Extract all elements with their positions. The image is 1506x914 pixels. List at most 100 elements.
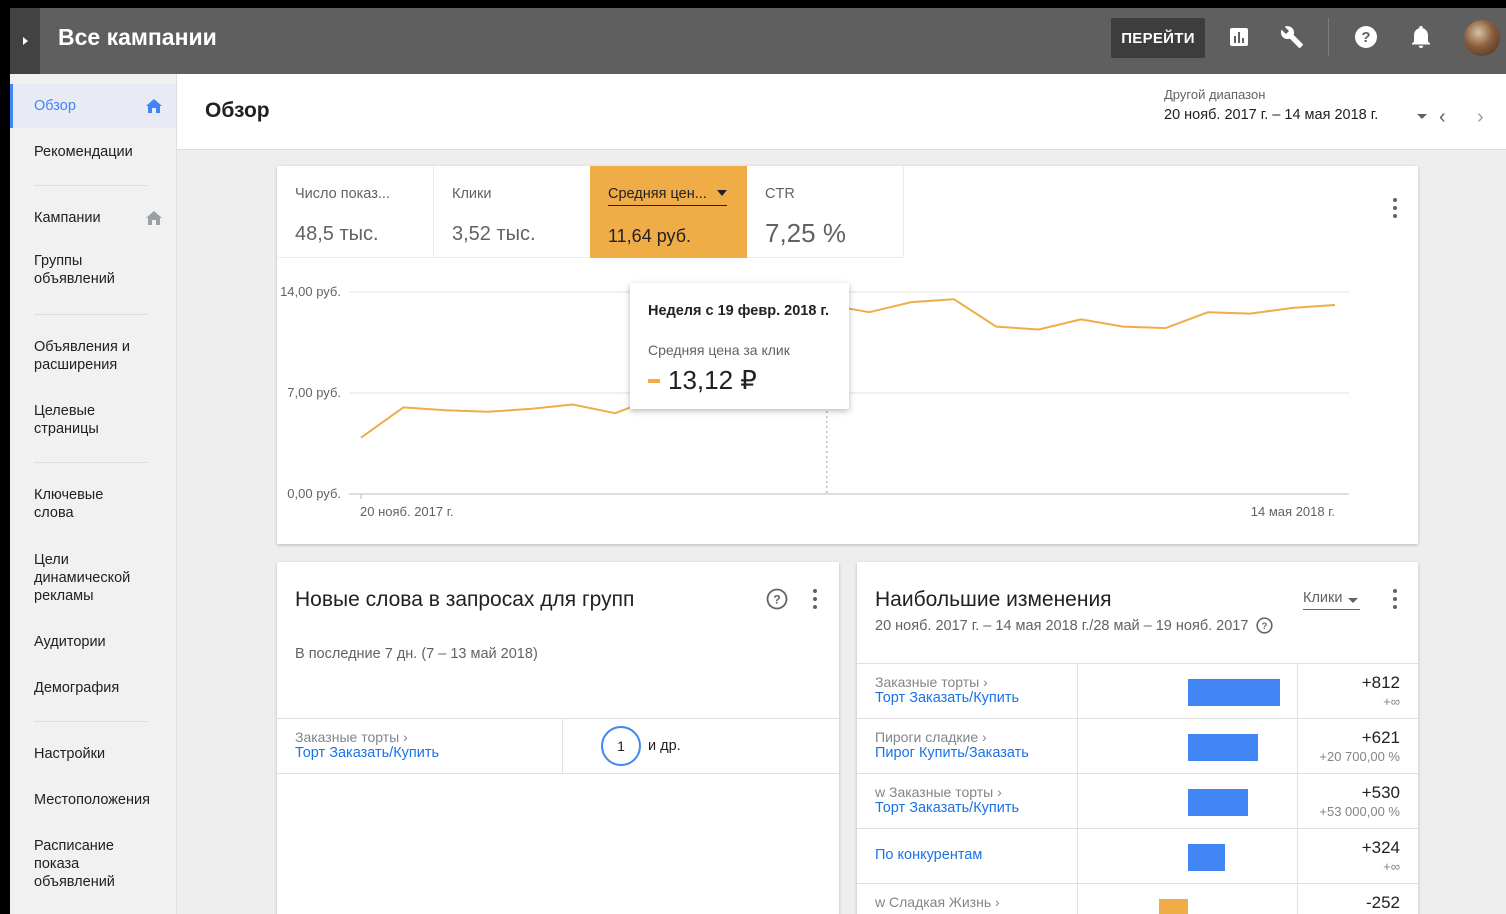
more-terms-label: и др. <box>648 738 681 754</box>
sidebar-item-label: Группы объявлений <box>34 253 115 287</box>
change-row[interactable]: w Заказные торты › Торт Заказать/Купить +5… <box>857 773 1418 829</box>
term-count-badge[interactable]: 1 <box>601 726 641 766</box>
change-bar-cell <box>1077 774 1298 829</box>
change-row-name: По конкурентам <box>875 847 982 863</box>
sidebar-item-label: Обзор <box>34 98 76 114</box>
user-avatar[interactable] <box>1464 20 1500 56</box>
top-bar: Все кампании ПЕРЕЙТИ ? <box>10 8 1506 74</box>
goto-button[interactable]: ПЕРЕЙТИ <box>1111 18 1205 58</box>
date-range-selector[interactable]: 20 нояб. 2017 г. – 14 мая 2018 г. <box>1164 107 1378 123</box>
sidebar-item-overview[interactable]: Обзор <box>10 84 176 128</box>
sidebar-item-label: Кампании <box>34 210 101 226</box>
campaign-path: Заказные торты › <box>295 729 408 745</box>
change-row-name: w Заказные торты › Торт Заказать/Купить <box>875 784 1019 816</box>
date-range-label: Другой диапазон <box>1164 87 1266 102</box>
reports-icon[interactable] <box>1227 25 1251 49</box>
sidebar-item-keywords[interactable]: Ключевые слова <box>10 486 130 522</box>
campaign-path: w Сладкая Жизнь › <box>875 894 1000 910</box>
header-divider <box>1328 18 1329 56</box>
sidebar-item-label: Аудитории <box>34 634 106 650</box>
home-icon <box>146 99 162 113</box>
comparison-range-subtitle: 20 нояб. 2017 г. – 14 мая 2018 г./28 май… <box>875 617 1274 634</box>
sidebar-item-campaigns[interactable]: Кампании <box>10 196 176 240</box>
campaign-path: Заказные торты › <box>875 674 988 690</box>
sort-metric-dropdown[interactable]: Клики <box>1303 590 1361 610</box>
card-more-options-icon[interactable] <box>812 589 818 609</box>
biggest-changes-card: Наибольшие изменения Клики 20 нояб. 2017… <box>857 562 1418 914</box>
change-row[interactable]: Пироги сладкие › Пирог Купить/Заказать +62… <box>857 718 1418 774</box>
tools-wrench-icon[interactable] <box>1280 25 1304 49</box>
change-row-name: Заказные торты › Торт Заказать/Купить <box>875 674 1019 706</box>
change-bar-cell <box>1077 884 1298 914</box>
entity-link[interactable]: Пирог Купить/Заказать <box>875 745 1029 761</box>
sidebar-item-label: Ключевые слова <box>34 487 104 521</box>
sidebar-item-dynamic-ad-targets[interactable]: Цели динамической рекламы <box>10 551 140 605</box>
change-bar <box>1188 734 1259 761</box>
sidebar-nav: Обзор Рекомендации Кампании Группы объяв… <box>10 74 177 914</box>
search-term-row: Заказные торты › Торт Заказать/Купить <box>295 729 439 761</box>
performance-chart-card: Число показ... 48,5 тыс. Клики 3,52 тыс.… <box>277 166 1418 544</box>
home-icon <box>146 211 162 225</box>
change-bar-cell <box>1077 829 1298 884</box>
menu-toggle-button[interactable] <box>10 8 40 74</box>
app-window: Все кампании ПЕРЕЙТИ ? Обзор Рекомендаци… <box>10 8 1506 914</box>
change-percent: +∞ <box>1383 859 1400 874</box>
change-row[interactable]: w Сладкая Жизнь › -252 <box>857 883 1418 914</box>
sidebar-divider <box>34 185 148 186</box>
change-value: +621 <box>1361 728 1400 747</box>
sidebar-divider <box>34 314 148 315</box>
sidebar-item-ad-schedule[interactable]: Расписание показа объявлений <box>10 837 130 891</box>
new-search-terms-card: Новые слова в запросах для групп ? В пос… <box>277 562 839 914</box>
change-value: +812 <box>1361 673 1400 692</box>
change-percent: +20 700,00 % <box>1319 749 1400 764</box>
help-icon[interactable]: ? <box>766 588 788 610</box>
sidebar-item-landing-pages[interactable]: Целевые страницы <box>10 402 130 438</box>
sidebar-item-label: Расписание показа объявлений <box>34 838 115 890</box>
sidebar-item-audiences[interactable]: Аудитории <box>10 633 176 651</box>
help-icon[interactable]: ? <box>1256 617 1274 634</box>
change-value: +324 <box>1361 838 1400 857</box>
campaign-path: Пироги сладкие › <box>875 729 987 745</box>
change-bar-cell <box>1077 664 1298 719</box>
sidebar-item-label: Рекомендации <box>34 144 133 160</box>
entity-link[interactable]: По конкурентам <box>875 847 982 863</box>
card-title: Наибольшие изменения <box>875 588 1112 611</box>
change-row-name: Пироги сладкие › Пирог Купить/Заказать <box>875 729 1029 761</box>
card-title: Новые слова в запросах для групп <box>295 588 635 611</box>
sidebar-item-ads-extensions[interactable]: Объявления и расширения <box>10 338 150 374</box>
change-row[interactable]: Заказные торты › Торт Заказать/Купить +812… <box>857 663 1418 719</box>
campaigns-title: Все кампании <box>58 24 217 50</box>
sidebar-item-label: Целевые страницы <box>34 403 99 437</box>
ad-group-link[interactable]: Торт Заказать/Купить <box>295 745 439 761</box>
notifications-bell-icon[interactable] <box>1409 25 1433 49</box>
sidebar-item-recommendations[interactable]: Рекомендации <box>10 130 176 174</box>
entity-link[interactable]: Торт Заказать/Купить <box>875 690 1019 706</box>
entity-link[interactable]: Торт Заказать/Купить <box>875 800 1019 816</box>
tooltip-series-swatch <box>648 379 660 383</box>
x-tick-label: 20 нояб. 2017 г. <box>360 504 454 519</box>
next-period-button[interactable]: › <box>1477 106 1495 128</box>
sidebar-item-ad-groups[interactable]: Группы объявлений <box>10 252 150 288</box>
tooltip-title: Неделя с 19 февр. 2018 г. <box>648 303 830 319</box>
change-bar <box>1159 899 1188 914</box>
sidebar-item-label: Цели динамической рекламы <box>34 552 131 604</box>
expand-arrow-icon <box>22 37 28 45</box>
previous-period-button[interactable]: ‹ <box>1439 106 1457 128</box>
sidebar-item-label: Демография <box>34 680 120 696</box>
column-divider <box>562 718 563 773</box>
tooltip-value: 13,12 ₽ <box>668 365 757 395</box>
sidebar-divider <box>34 721 148 722</box>
sidebar-item-demographics[interactable]: Демография <box>10 679 176 697</box>
svg-text:?: ? <box>1262 621 1268 631</box>
row-divider <box>277 773 839 774</box>
sidebar-item-locations[interactable]: Местоположения <box>10 791 176 809</box>
change-row-name: w Сладкая Жизнь › <box>875 894 1000 910</box>
card-more-options-icon[interactable] <box>1392 589 1398 609</box>
y-tick-label: 14,00 руб. <box>280 284 341 299</box>
change-row[interactable]: По конкурентам +324 +∞ <box>857 828 1418 884</box>
date-range-dropdown-icon[interactable] <box>1417 114 1427 119</box>
sidebar-item-settings[interactable]: Настройки <box>10 745 176 763</box>
help-icon[interactable]: ? <box>1354 25 1378 49</box>
change-value: +530 <box>1361 783 1400 802</box>
change-bar <box>1188 844 1225 871</box>
